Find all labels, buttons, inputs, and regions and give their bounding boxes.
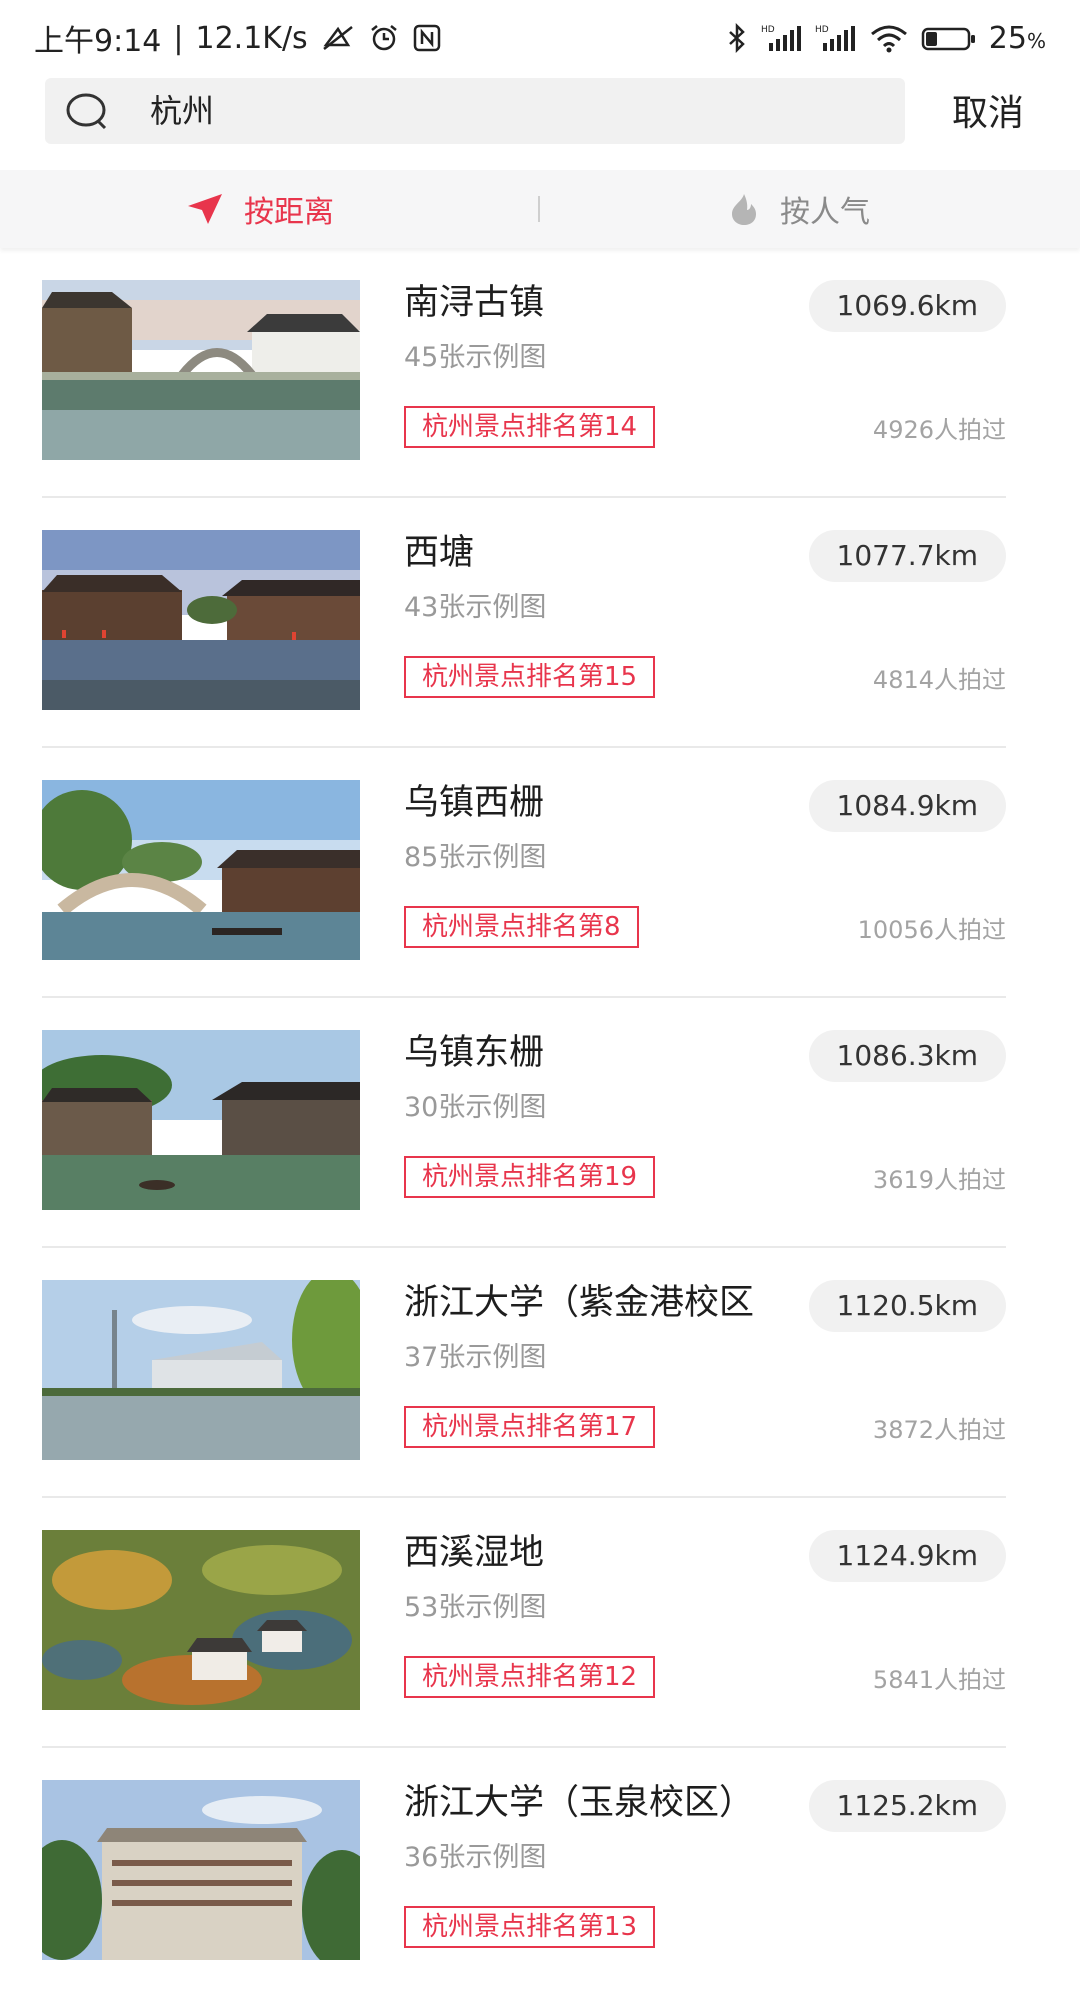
list-item[interactable]: 南浔古镇 45张示例图 杭州景点排名第14 1069.6km 4926人拍过 [0, 248, 1080, 498]
spot-photo-count: 30张示例图 [404, 1092, 547, 1123]
status-time: 上午9:14 [34, 24, 162, 59]
tab-popular-label: 按人气 [780, 195, 870, 230]
spot-thumbnail[interactable] [42, 280, 360, 460]
spot-photo-count: 36张示例图 [404, 1842, 547, 1873]
battery-value: 25 [988, 20, 1027, 56]
spot-rank-badge: 杭州景点排名第13 [404, 1906, 656, 1948]
bluetooth-icon [725, 23, 749, 53]
tab-distance-label: 按距离 [244, 195, 334, 230]
list-item[interactable]: 浙江大学（玉泉校区） 36张示例图 杭州景点排名第13 1125.2km [0, 1748, 1080, 1998]
list-item[interactable]: 西溪湿地 53张示例图 杭州景点排名第12 1124.9km 5841人拍过 [0, 1498, 1080, 1748]
alarm-icon [368, 23, 400, 53]
search-icon [65, 91, 109, 131]
spot-photo-count: 43张示例图 [404, 592, 547, 623]
navigation-arrow-icon [188, 194, 222, 224]
svg-text:HD: HD [815, 25, 829, 35]
spot-title: 浙江大学（玉泉校区） [404, 1783, 755, 1823]
tab-distance[interactable]: 按距离 [186, 170, 334, 248]
signal-hd-icon: HD [761, 23, 803, 53]
tab-popular[interactable]: 按人气 [728, 170, 870, 248]
spot-thumbnail[interactable] [42, 1530, 360, 1710]
list-item[interactable]: 西塘 43张示例图 杭州景点排名第15 1077.7km 4814人拍过 [0, 498, 1080, 748]
spot-distance: 1084.9km [808, 780, 1006, 832]
spot-distance: 1077.7km [808, 530, 1006, 582]
spot-shot-count: 10056人拍过 [857, 916, 1006, 944]
status-bar-left: 上午9:14 | 12.1K/s [34, 16, 442, 60]
svg-text:HD: HD [761, 25, 775, 35]
mute-vibrate-icon [320, 23, 356, 53]
spot-title: 浙江大学（紫金港校区 [404, 1283, 755, 1323]
spot-rank-badge: 杭州景点排名第12 [404, 1656, 656, 1698]
spot-photo-count: 37张示例图 [404, 1342, 547, 1373]
list-item[interactable]: 乌镇东栅 30张示例图 杭州景点排名第19 1086.3km 3619人拍过 [0, 998, 1080, 1248]
status-bar: 上午9:14 | 12.1K/s HD HD 25% [0, 0, 1080, 76]
spot-thumbnail[interactable] [42, 1280, 360, 1460]
spot-thumbnail[interactable] [42, 1780, 360, 1960]
tab-divider [538, 196, 540, 222]
spot-title: 西溪湿地 [404, 1533, 545, 1573]
spot-shot-count: 3872人拍过 [872, 1416, 1006, 1444]
spot-thumbnail[interactable] [42, 1030, 360, 1210]
sort-tabs: 按距离 按人气 [0, 170, 1080, 248]
spot-title: 西塘 [404, 533, 475, 573]
spot-thumbnail[interactable] [42, 530, 360, 710]
spot-photo-count: 53张示例图 [404, 1592, 547, 1623]
spot-thumbnail[interactable] [42, 780, 360, 960]
signal-hd-icon: HD [815, 23, 857, 53]
spot-title: 乌镇西栅 [404, 783, 545, 823]
search-bar: 杭州 取消 [0, 76, 1080, 170]
cancel-button[interactable]: 取消 [952, 92, 1024, 136]
nfc-icon [412, 23, 442, 53]
spot-photo-count: 45张示例图 [404, 342, 547, 373]
battery-unit: % [1026, 28, 1046, 53]
spot-distance: 1086.3km [808, 1030, 1006, 1082]
spot-distance: 1120.5km [808, 1280, 1006, 1332]
battery-level: 25% [989, 21, 1046, 56]
spot-title: 南浔古镇 [404, 283, 545, 323]
spot-title: 乌镇东栅 [404, 1033, 545, 1073]
spot-distance: 1069.6km [808, 280, 1006, 332]
spot-shot-count: 4814人拍过 [872, 666, 1006, 694]
spot-distance: 1125.2km [808, 1780, 1006, 1832]
spot-shot-count: 3619人拍过 [872, 1166, 1006, 1194]
list-item[interactable]: 乌镇西栅 85张示例图 杭州景点排名第8 1084.9km 10056人拍过 [0, 748, 1080, 998]
spot-rank-badge: 杭州景点排名第14 [404, 406, 656, 448]
flame-icon [732, 194, 756, 225]
spot-rank-badge: 杭州景点排名第8 [404, 906, 639, 948]
search-input[interactable]: 杭州 [45, 78, 905, 144]
status-separator: | [173, 20, 184, 56]
spot-shot-count: 5841人拍过 [872, 1666, 1006, 1694]
spot-rank-badge: 杭州景点排名第19 [404, 1156, 656, 1198]
spot-distance: 1124.9km [808, 1530, 1006, 1582]
battery-icon [921, 23, 977, 53]
spot-shot-count: 4926人拍过 [872, 416, 1006, 444]
network-speed: 12.1K/s [195, 20, 308, 56]
search-query[interactable]: 杭州 [150, 88, 214, 134]
spot-rank-badge: 杭州景点排名第17 [404, 1406, 656, 1448]
spot-rank-badge: 杭州景点排名第15 [404, 656, 656, 698]
wifi-icon [869, 23, 909, 53]
spot-photo-count: 85张示例图 [404, 842, 547, 873]
spot-list: 南浔古镇 45张示例图 杭州景点排名第14 1069.6km 4926人拍过 西… [0, 248, 1080, 1998]
status-bar-right: HD HD 25% [725, 21, 1046, 56]
list-item[interactable]: 浙江大学（紫金港校区 37张示例图 杭州景点排名第17 1120.5km 387… [0, 1248, 1080, 1498]
